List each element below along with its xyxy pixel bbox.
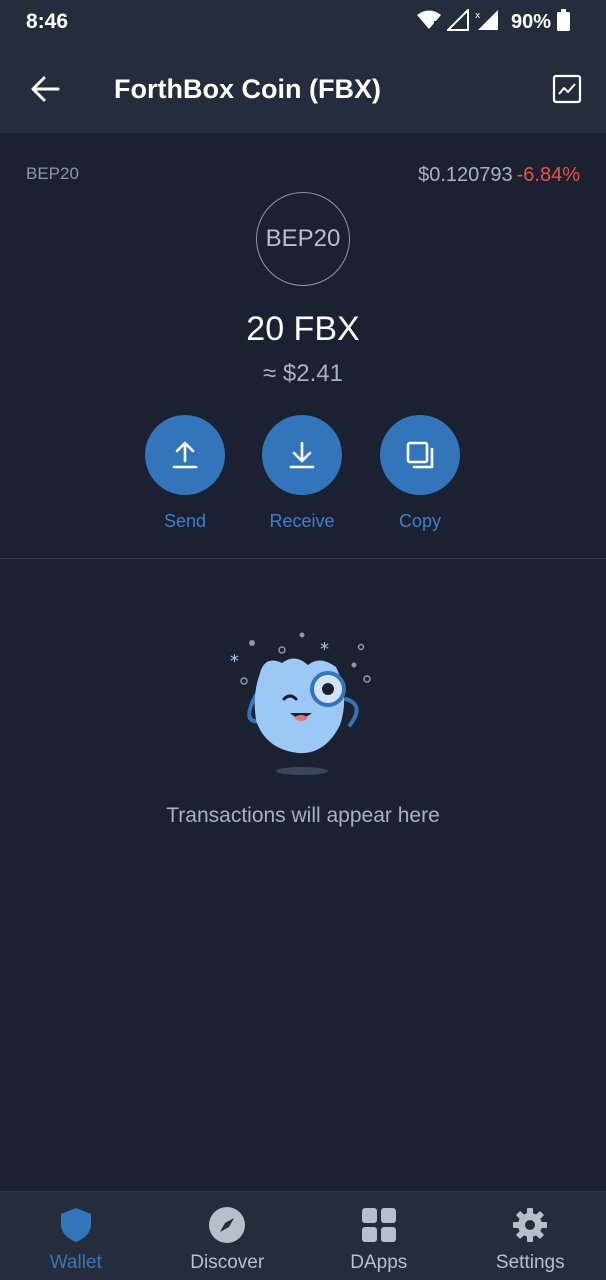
copy-label: Copy (398, 511, 442, 531)
receive-circle[interactable] (262, 415, 342, 495)
nav-label-wallet: Wallet (49, 1252, 102, 1273)
send-button[interactable]: Send (135, 415, 235, 532)
token-logo: BEP20 (256, 192, 350, 286)
token-balance: 20 FBX (246, 310, 360, 348)
copy-icon (406, 441, 434, 469)
send-circle[interactable] (145, 415, 225, 495)
signal-icon (445, 7, 469, 36)
empty-state-illustration: * * (220, 625, 390, 780)
battery-icon (557, 8, 570, 36)
gear-icon (511, 1206, 549, 1244)
download-arrow-icon (289, 441, 315, 469)
top-bar: 8:46 x 90% ForthBox Coin (FBX) (0, 0, 606, 133)
nav-discover[interactable]: Discover (152, 1192, 304, 1280)
receive-button[interactable]: Receive (252, 415, 352, 532)
price-change: -6.84% (516, 164, 580, 186)
svg-text:*: * (320, 639, 329, 660)
signal-roaming-icon: x (475, 9, 499, 36)
nav-label-discover: Discover (190, 1252, 265, 1273)
shield-icon (57, 1206, 95, 1244)
svg-text:*: * (230, 651, 239, 672)
nav-wallet[interactable]: Wallet (0, 1192, 152, 1280)
receive-label: Receive (269, 511, 335, 531)
nav-label-dapps: DApps (350, 1252, 408, 1273)
network-tag: BEP20 (26, 164, 79, 183)
status-time: 8:46 (26, 10, 69, 33)
bottom-nav: Wallet Discover DApps Settings (0, 1191, 606, 1280)
chart-button[interactable] (552, 74, 582, 104)
status-bar: 8:46 x 90% (0, 0, 606, 44)
compass-icon (208, 1206, 246, 1244)
divider (0, 558, 606, 559)
fiat-value: ≈ $2.41 (263, 360, 343, 387)
upload-arrow-icon (172, 441, 198, 469)
chart-icon (552, 74, 582, 104)
copy-circle[interactable] (380, 415, 460, 495)
wifi-icon (416, 10, 441, 35)
app-bar: ForthBox Coin (FBX) (0, 44, 606, 133)
price-row: $0.120793 -6.84% (418, 164, 580, 187)
nav-dapps[interactable]: DApps (303, 1192, 455, 1280)
nav-label-settings: Settings (495, 1252, 565, 1273)
copy-button[interactable]: Copy (370, 415, 470, 532)
back-button[interactable] (28, 72, 62, 106)
empty-state-message: Transactions will appear here (166, 804, 440, 827)
svg-text:x: x (475, 11, 481, 21)
battery-percent: 90% (510, 10, 551, 33)
back-arrow-icon (31, 76, 60, 102)
nav-settings[interactable]: Settings (455, 1192, 606, 1280)
send-label: Send (163, 511, 207, 531)
status-icons: x 90% (416, 7, 570, 36)
token-price: $0.120793 (418, 164, 513, 186)
page-title: ForthBox Coin (FBX) (114, 74, 381, 104)
grid-icon (360, 1206, 398, 1244)
